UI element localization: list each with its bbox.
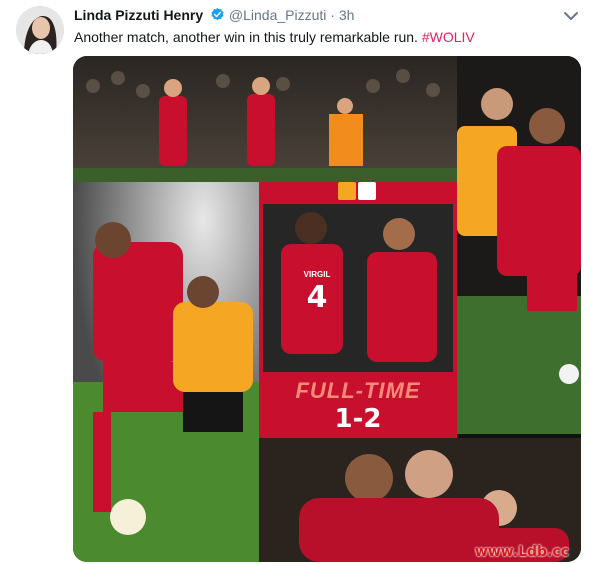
- shirt-number: 4: [306, 280, 328, 315]
- full-time-graphic: VIRGIL 4 FULL-TIME 1-2: [259, 182, 457, 438]
- wolves-crest-icon: [338, 182, 356, 200]
- tweet: Linda Pizzuti Henry @Linda_Pizzuti · 3h …: [0, 0, 591, 564]
- hashtag-link[interactable]: #WOLIV: [422, 29, 475, 45]
- full-time-label: FULL-TIME: [295, 378, 421, 403]
- tweet-header: Linda Pizzuti Henry @Linda_Pizzuti · 3h: [74, 6, 354, 26]
- photo-top-celebration: [73, 56, 457, 182]
- final-score: 1-2: [334, 404, 382, 434]
- handle[interactable]: @Linda_Pizzuti: [229, 7, 327, 23]
- photo-right-duel: [457, 56, 581, 434]
- separator: ·: [330, 7, 335, 23]
- tweet-text: Another match, another win in this truly…: [74, 28, 475, 46]
- verified-badge-icon: [210, 7, 225, 26]
- tweet-media[interactable]: VIRGIL 4 FULL-TIME 1-2 www.Ldb.cc: [73, 56, 581, 562]
- watermark: www.Ldb.cc: [474, 544, 569, 560]
- photo-left-tackle: [73, 182, 259, 562]
- tweet-body: Another match, another win in this truly…: [74, 29, 418, 45]
- avatar[interactable]: [16, 6, 64, 54]
- avatar-photo: [16, 6, 64, 54]
- liverpool-crest-icon: [358, 182, 376, 200]
- chevron-down-icon[interactable]: [561, 8, 581, 24]
- timestamp[interactable]: 3h: [339, 7, 355, 23]
- shirt-name: VIRGIL: [303, 270, 331, 279]
- display-name[interactable]: Linda Pizzuti Henry: [74, 7, 203, 23]
